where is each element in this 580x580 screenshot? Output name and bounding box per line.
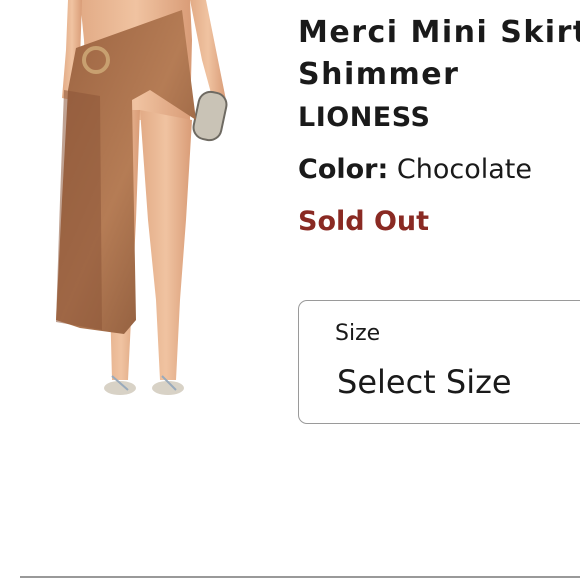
- size-label: Size: [335, 321, 381, 346]
- size-select[interactable]: Size Select Size: [298, 300, 580, 424]
- color-label: Color:: [298, 154, 389, 185]
- divider: [20, 576, 580, 578]
- size-select-value: Select Size: [337, 363, 512, 401]
- product-title: Merci Mini Skirt Shimmer: [298, 15, 580, 92]
- product-color: Color: Chocolate: [298, 152, 532, 188]
- color-value: Chocolate: [396, 154, 532, 185]
- sold-out-status: Sold Out: [298, 206, 430, 237]
- product-image[interactable]: [40, 0, 240, 410]
- product-brand[interactable]: LIONESS: [298, 100, 430, 136]
